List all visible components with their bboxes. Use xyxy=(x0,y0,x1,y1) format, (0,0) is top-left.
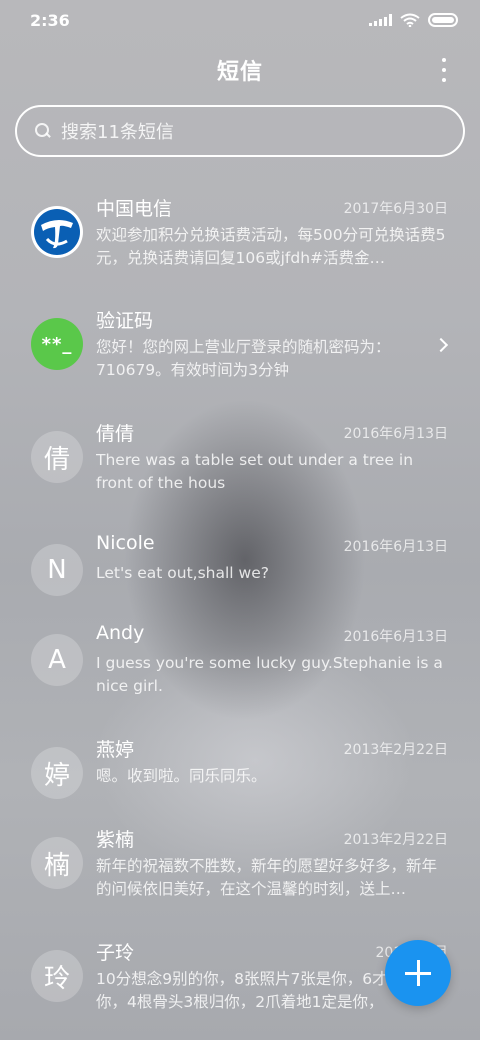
conversation-item[interactable]: 楠 紫楠 2013年2月22日 新年的祝福数不胜数，新年的愿望好多好多，新年的问… xyxy=(0,811,480,921)
conversation-name: 紫楠 xyxy=(96,829,135,851)
conversation-date: 2016年6月13日 xyxy=(343,426,448,442)
signal-icon xyxy=(369,14,392,26)
contact-avatar: 倩 xyxy=(31,431,83,483)
conversation-date: 2016年6月13日 xyxy=(343,539,448,555)
conversation-preview: 新年的祝福数不胜数，新年的愿望好多好多，新年的问候依旧美好，在这个温馨的时刻，送… xyxy=(96,857,438,898)
conversation-list: 中国电信 2017年6月30日 欢迎参加积分兑换话费活动，每500分可兑换话费5… xyxy=(0,180,480,1040)
status-icons xyxy=(369,13,458,27)
contact-avatar: N xyxy=(31,544,83,596)
contact-avatar: 婷 xyxy=(31,747,83,799)
header: 短信 xyxy=(0,48,480,92)
conversation-name: 倩倩 xyxy=(96,423,135,445)
conversation-date: 2013年2月22日 xyxy=(343,742,448,758)
conversation-preview: Let's eat out,shall we? xyxy=(96,564,269,582)
conversation-preview: 您好！您的网上营业厅登录的随机密码为：710679。有效时间为3分钟 xyxy=(96,338,391,379)
status-bar: 2:36 xyxy=(0,0,480,40)
conversation-preview: 欢迎参加积分兑换话费活动，每500分可兑换话费5元，兑换话费请回复106或jfd… xyxy=(96,226,446,267)
wifi-icon xyxy=(400,13,420,27)
conversation-item[interactable]: 中国电信 2017年6月30日 欢迎参加积分兑换话费活动，每500分可兑换话费5… xyxy=(0,180,480,290)
conversation-name: Andy xyxy=(96,622,145,644)
conversation-name: 子玲 xyxy=(96,942,135,964)
conversation-item[interactable]: **_ 验证码 您好！您的网上营业厅登录的随机密码为：710679。有效时间为3… xyxy=(0,292,480,402)
contact-avatar: 玲 xyxy=(31,950,83,1002)
battery-icon xyxy=(428,13,458,27)
conversation-item[interactable]: A Andy 2016年6月13日 I guess you're some lu… xyxy=(0,608,480,718)
conversation-date: 2016年6月13日 xyxy=(343,629,448,645)
status-time: 2:36 xyxy=(30,10,70,30)
conversation-name: 验证码 xyxy=(96,310,154,332)
search-icon xyxy=(35,123,51,139)
conversation-date: 2017年6月30日 xyxy=(343,201,448,217)
conversation-name: 中国电信 xyxy=(96,198,173,220)
conversation-item[interactable]: 倩 倩倩 2016年6月13日 There was a table set ou… xyxy=(0,405,480,515)
new-message-button[interactable] xyxy=(385,940,451,1006)
conversation-preview: There was a table set out under a tree i… xyxy=(96,451,414,492)
contact-avatar: 楠 xyxy=(31,837,83,889)
more-vertical-icon[interactable] xyxy=(440,58,448,82)
conversation-name: Nicole xyxy=(96,532,155,554)
conversation-preview: I guess you're some lucky guy.Stephanie … xyxy=(96,654,443,695)
search-input[interactable]: 搜索11条短信 xyxy=(15,105,465,157)
conversation-date: 2013年2月22日 xyxy=(343,832,448,848)
search-placeholder: 搜索11条短信 xyxy=(61,122,174,143)
verification-avatar: **_ xyxy=(31,318,83,370)
plus-icon xyxy=(405,960,431,986)
page-title: 短信 xyxy=(216,60,263,85)
contact-avatar: A xyxy=(31,634,83,686)
conversation-name: 燕婷 xyxy=(96,739,135,761)
telecom-logo-avatar xyxy=(31,206,83,258)
conversation-preview: 嗯。收到啦。同乐同乐。 xyxy=(96,767,267,785)
telecom-logo-icon xyxy=(34,209,80,255)
